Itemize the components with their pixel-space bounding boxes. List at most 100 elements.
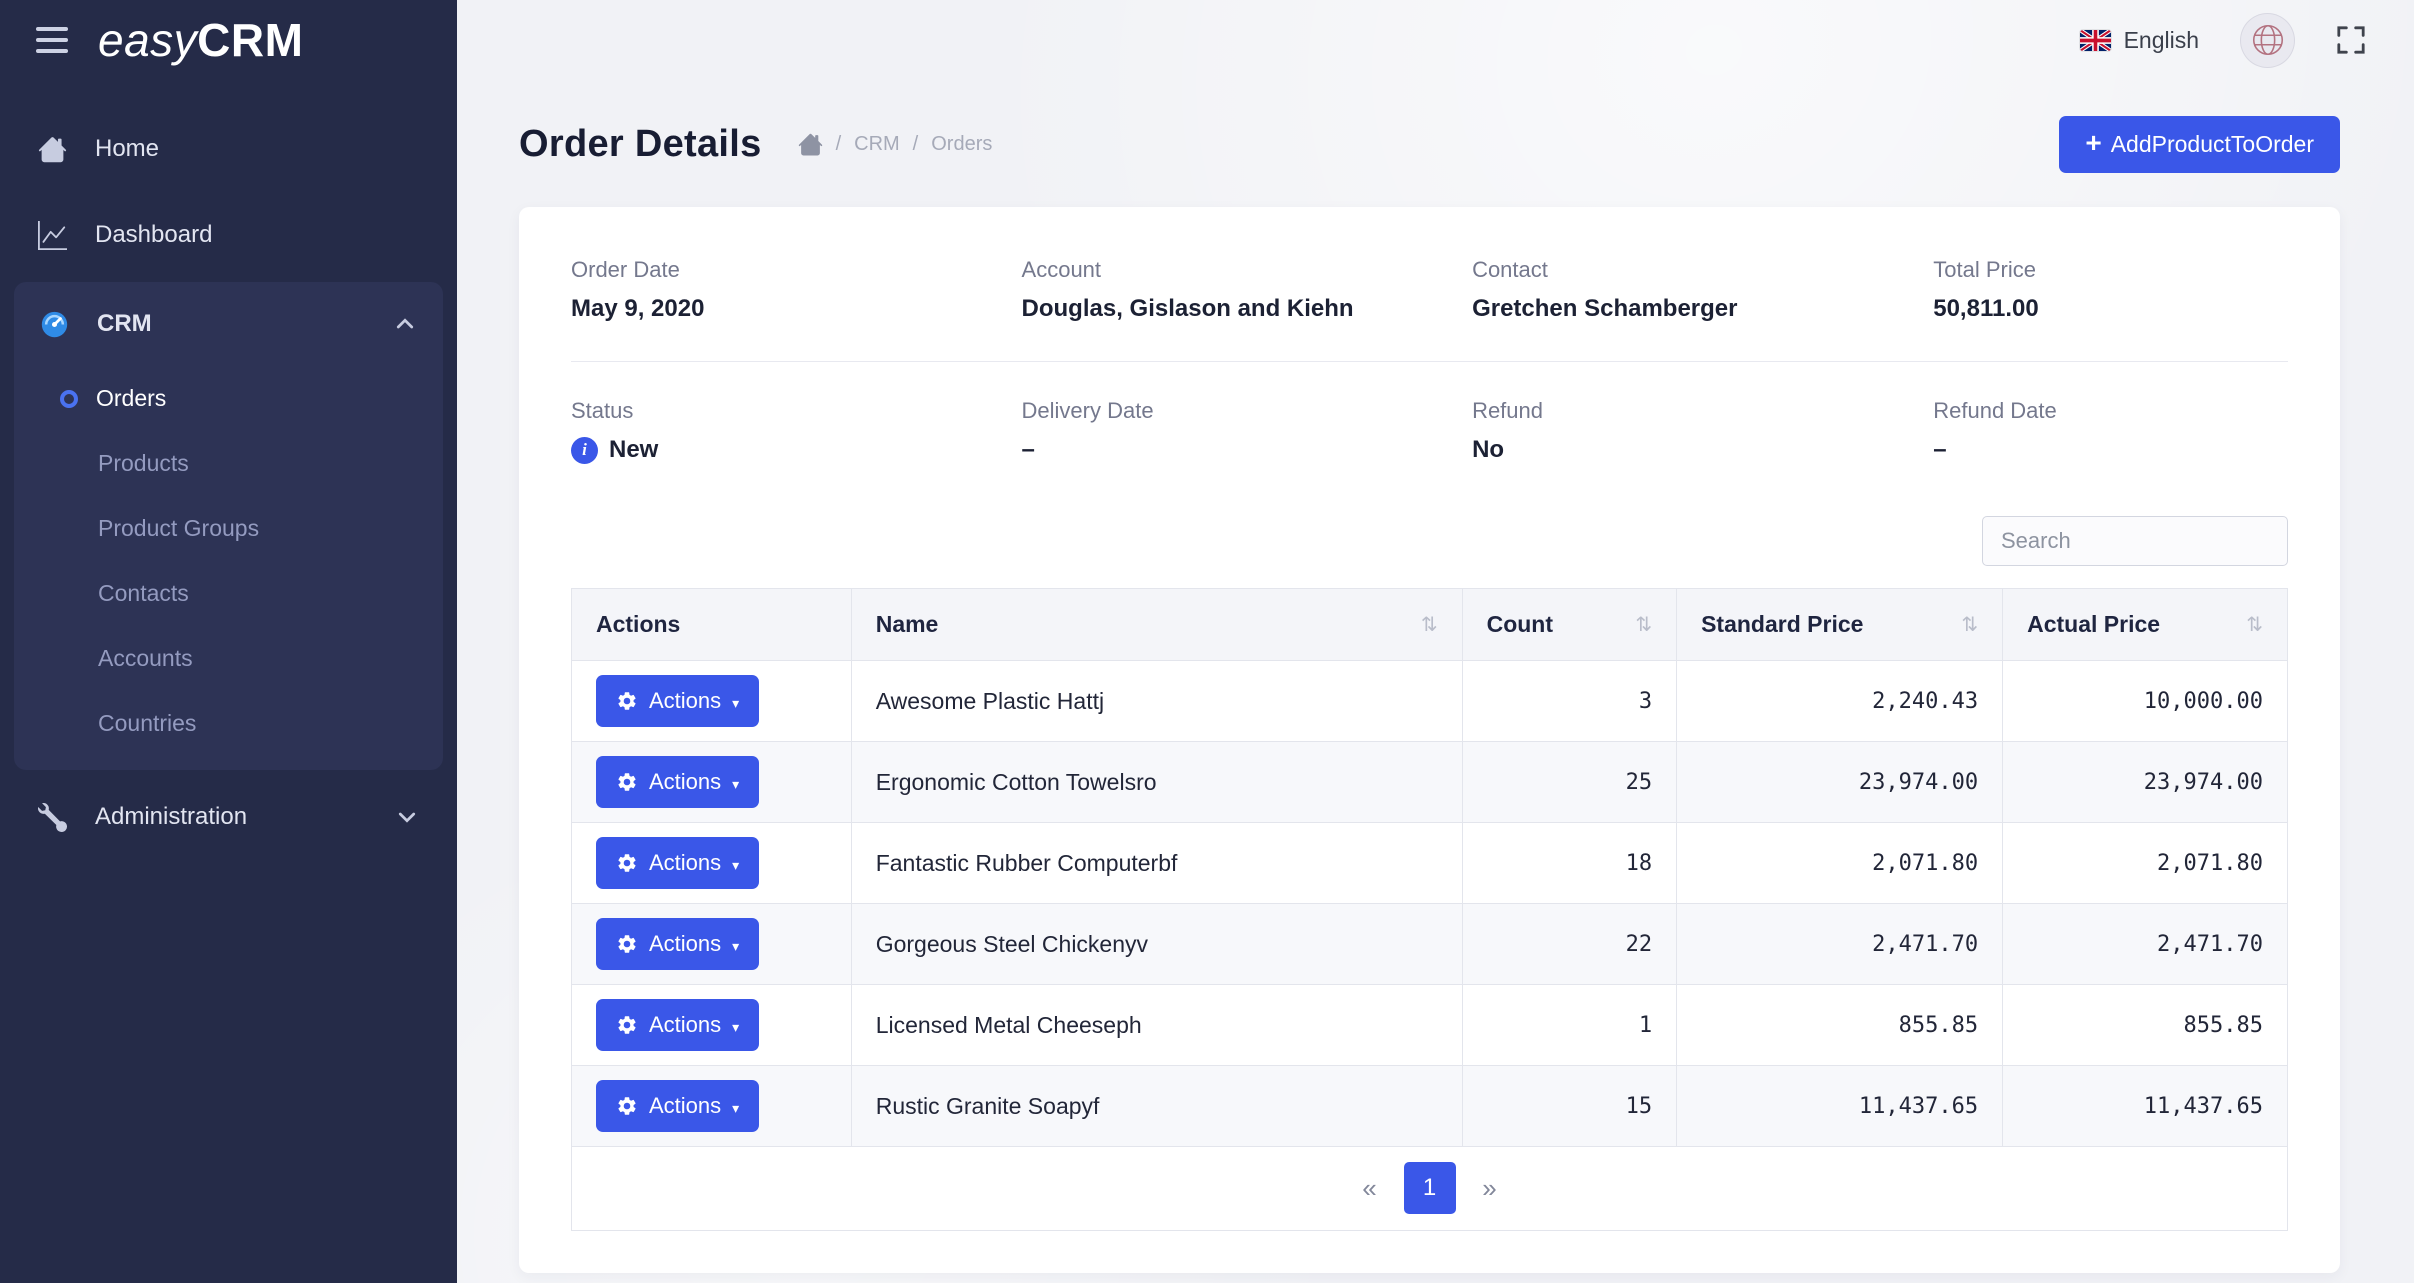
pagination-next-button[interactable]: »: [1464, 1162, 1516, 1214]
field-label: Account: [1022, 257, 1473, 283]
field-value: New: [609, 436, 658, 464]
table-row: Actions ▾ Gorgeous Steel Chickenyv 22 2,…: [572, 904, 2288, 985]
column-label: Standard Price: [1701, 611, 1863, 638]
speedometer-icon: [40, 310, 69, 339]
caret-down-icon: ▾: [732, 696, 739, 710]
row-actions-button[interactable]: Actions ▾: [596, 837, 759, 889]
field-value: May 9, 2020: [571, 295, 1022, 323]
pagination-prev-button[interactable]: «: [1344, 1162, 1396, 1214]
gear-icon: [616, 933, 638, 955]
cell-actual-price: 23,974.00: [2003, 742, 2288, 823]
sidebar-item-home[interactable]: Home: [0, 106, 457, 192]
sidebar-item-dashboard[interactable]: Dashboard: [0, 192, 457, 278]
cell-standard-price: 855.85: [1677, 985, 2003, 1066]
sidebar-subitem-label: Product Groups: [98, 515, 259, 542]
row-actions-button[interactable]: Actions ▾: [596, 675, 759, 727]
cell-standard-price: 11,437.65: [1677, 1066, 2003, 1147]
field-label: Refund: [1472, 398, 1933, 424]
caret-down-icon: ▾: [732, 1101, 739, 1115]
sidebar-subitem-products[interactable]: Products: [14, 431, 443, 496]
sidebar-subitem-label: Orders: [96, 385, 166, 412]
cell-actions: Actions ▾: [572, 823, 852, 904]
chevron-up-icon: [393, 312, 417, 336]
main-area: English Order Details / CRM / Orders + A…: [457, 0, 2414, 1283]
cell-count: 3: [1462, 661, 1677, 742]
wrench-icon: [38, 803, 67, 832]
pagination-page-1-button[interactable]: 1: [1404, 1162, 1456, 1214]
cell-actual-price: 2,471.70: [2003, 904, 2288, 985]
gear-icon: [616, 1014, 638, 1036]
breadcrumb-crm[interactable]: CRM: [854, 133, 900, 156]
column-label: Count: [1487, 611, 1553, 638]
row-actions-button[interactable]: Actions ▾: [596, 918, 759, 970]
column-header-count[interactable]: Count ⇅: [1462, 589, 1677, 661]
info-icon[interactable]: i: [571, 437, 598, 464]
dashboard-icon: [38, 221, 67, 250]
sidebar-item-label: CRM: [97, 310, 152, 338]
actions-button-label: Actions: [649, 769, 721, 795]
row-actions-button[interactable]: Actions ▾: [596, 756, 759, 808]
cell-count: 25: [1462, 742, 1677, 823]
field-label: Total Price: [1933, 257, 2288, 283]
breadcrumb-orders[interactable]: Orders: [931, 133, 992, 156]
sidebar-subitem-accounts[interactable]: Accounts: [14, 626, 443, 691]
sidebar-subitem-product-groups[interactable]: Product Groups: [14, 496, 443, 561]
column-header-standard-price[interactable]: Standard Price ⇅: [1677, 589, 2003, 661]
column-label: Name: [876, 611, 939, 638]
sidebar-header: easyCRM: [0, 0, 457, 80]
field-value: –: [1933, 436, 2288, 464]
uk-flag-icon: [2080, 30, 2111, 51]
cell-name: Gorgeous Steel Chickenyv: [851, 904, 1462, 985]
sort-icon: ⇅: [1953, 612, 1978, 637]
field-order-date: Order Date May 9, 2020: [571, 257, 1022, 323]
sidebar-item-crm[interactable]: CRM: [14, 282, 443, 366]
order-products-table: Actions Name⇅ Count⇅ Standard Price⇅ Act: [571, 588, 2288, 1147]
hamburger-menu-icon[interactable]: [36, 27, 68, 53]
sidebar-item-label: Home: [95, 135, 159, 163]
sidebar-subitem-countries[interactable]: Countries: [14, 691, 443, 756]
table-row: Actions ▾ Licensed Metal Cheeseph 1 855.…: [572, 985, 2288, 1066]
column-header-name[interactable]: Name⇅: [851, 589, 1462, 661]
field-account: Account Douglas, Gislason and Kiehn: [1022, 257, 1473, 323]
cell-actual-price: 2,071.80: [2003, 823, 2288, 904]
cell-actions: Actions ▾: [572, 985, 852, 1066]
field-total-price: Total Price 50,811.00: [1933, 257, 2288, 323]
field-refund-date: Refund Date –: [1933, 398, 2288, 464]
add-product-to-order-button[interactable]: + AddProductToOrder: [2059, 116, 2340, 173]
cell-actual-price: 855.85: [2003, 985, 2288, 1066]
fullscreen-button[interactable]: [2336, 25, 2366, 55]
order-info-row-2: Status i New Delivery Date – Refund No R…: [571, 361, 2288, 464]
field-contact: Contact Gretchen Schamberger: [1472, 257, 1933, 323]
search-input[interactable]: [1982, 516, 2288, 566]
sort-icon: ⇅: [1627, 612, 1652, 637]
page-header: Order Details / CRM / Orders + AddProduc…: [519, 116, 2340, 173]
column-header-actual-price[interactable]: Actual Price⇅: [2003, 589, 2288, 661]
language-selector[interactable]: English: [2080, 27, 2199, 54]
user-avatar[interactable]: [2241, 14, 2294, 67]
field-refund: Refund No: [1472, 398, 1933, 464]
brand-logo[interactable]: easyCRM: [98, 13, 303, 67]
actions-button-label: Actions: [649, 688, 721, 714]
table-toolbar: [571, 516, 2288, 566]
chevron-down-icon: [395, 805, 419, 829]
cell-actual-price: 10,000.00: [2003, 661, 2288, 742]
sidebar-item-administration[interactable]: Administration: [0, 774, 457, 860]
language-label: English: [2124, 27, 2199, 54]
row-actions-button[interactable]: Actions ▾: [596, 999, 759, 1051]
cell-actions: Actions ▾: [572, 742, 852, 823]
content: Order Details / CRM / Orders + AddProduc…: [457, 80, 2414, 1273]
field-delivery-date: Delivery Date –: [1022, 398, 1473, 464]
home-breadcrumb-icon[interactable]: [798, 132, 823, 157]
sidebar-subitem-label: Countries: [98, 710, 196, 737]
sidebar-subitem-orders[interactable]: Orders: [14, 366, 443, 431]
actions-button-label: Actions: [649, 1093, 721, 1119]
sidebar-subitem-contacts[interactable]: Contacts: [14, 561, 443, 626]
table-row: Actions ▾ Fantastic Rubber Computerbf 18…: [572, 823, 2288, 904]
sidebar-subitem-label: Products: [98, 450, 189, 477]
actions-button-label: Actions: [649, 931, 721, 957]
order-info-row-1: Order Date May 9, 2020 Account Douglas, …: [571, 257, 2288, 323]
row-actions-button[interactable]: Actions ▾: [596, 1080, 759, 1132]
caret-down-icon: ▾: [732, 858, 739, 872]
pagination: « 1 »: [571, 1147, 2288, 1231]
field-status: Status i New: [571, 398, 1022, 464]
